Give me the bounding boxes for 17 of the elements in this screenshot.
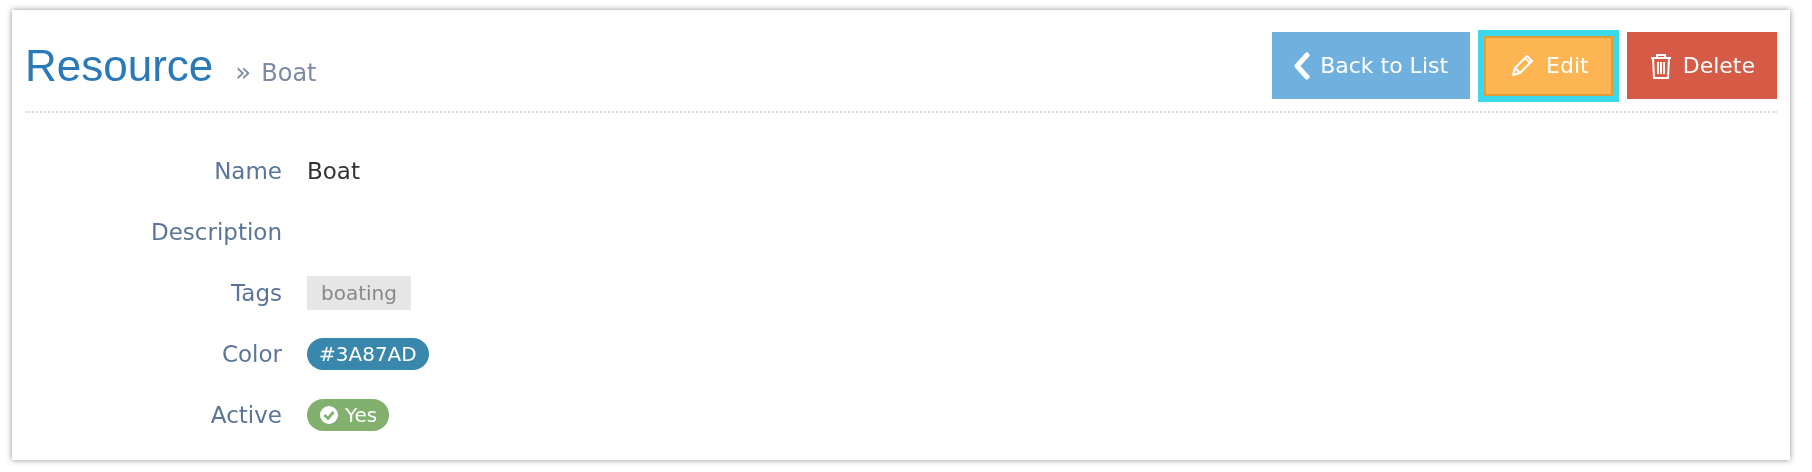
breadcrumb-separator: » [235, 56, 252, 87]
trash-icon [1648, 51, 1673, 80]
field-label: Active [209, 400, 282, 430]
tag: boating [307, 275, 411, 310]
field-value: Boat [307, 157, 360, 184]
field-label: Description [150, 217, 282, 247]
field-label: Name [213, 156, 282, 186]
status-badge: Yes [307, 398, 390, 431]
back-button[interactable]: Back to List [1272, 32, 1471, 99]
chevron-left-icon [1294, 51, 1311, 80]
check-circle-icon [319, 404, 339, 425]
color-badge: #3A87AD [307, 337, 429, 370]
page-title: Resource [25, 40, 214, 91]
breadcrumb: Boat [261, 58, 317, 87]
field-label: Color [220, 339, 282, 369]
field-label: Tags [230, 278, 282, 308]
delete-button[interactable]: Delete [1626, 32, 1777, 99]
